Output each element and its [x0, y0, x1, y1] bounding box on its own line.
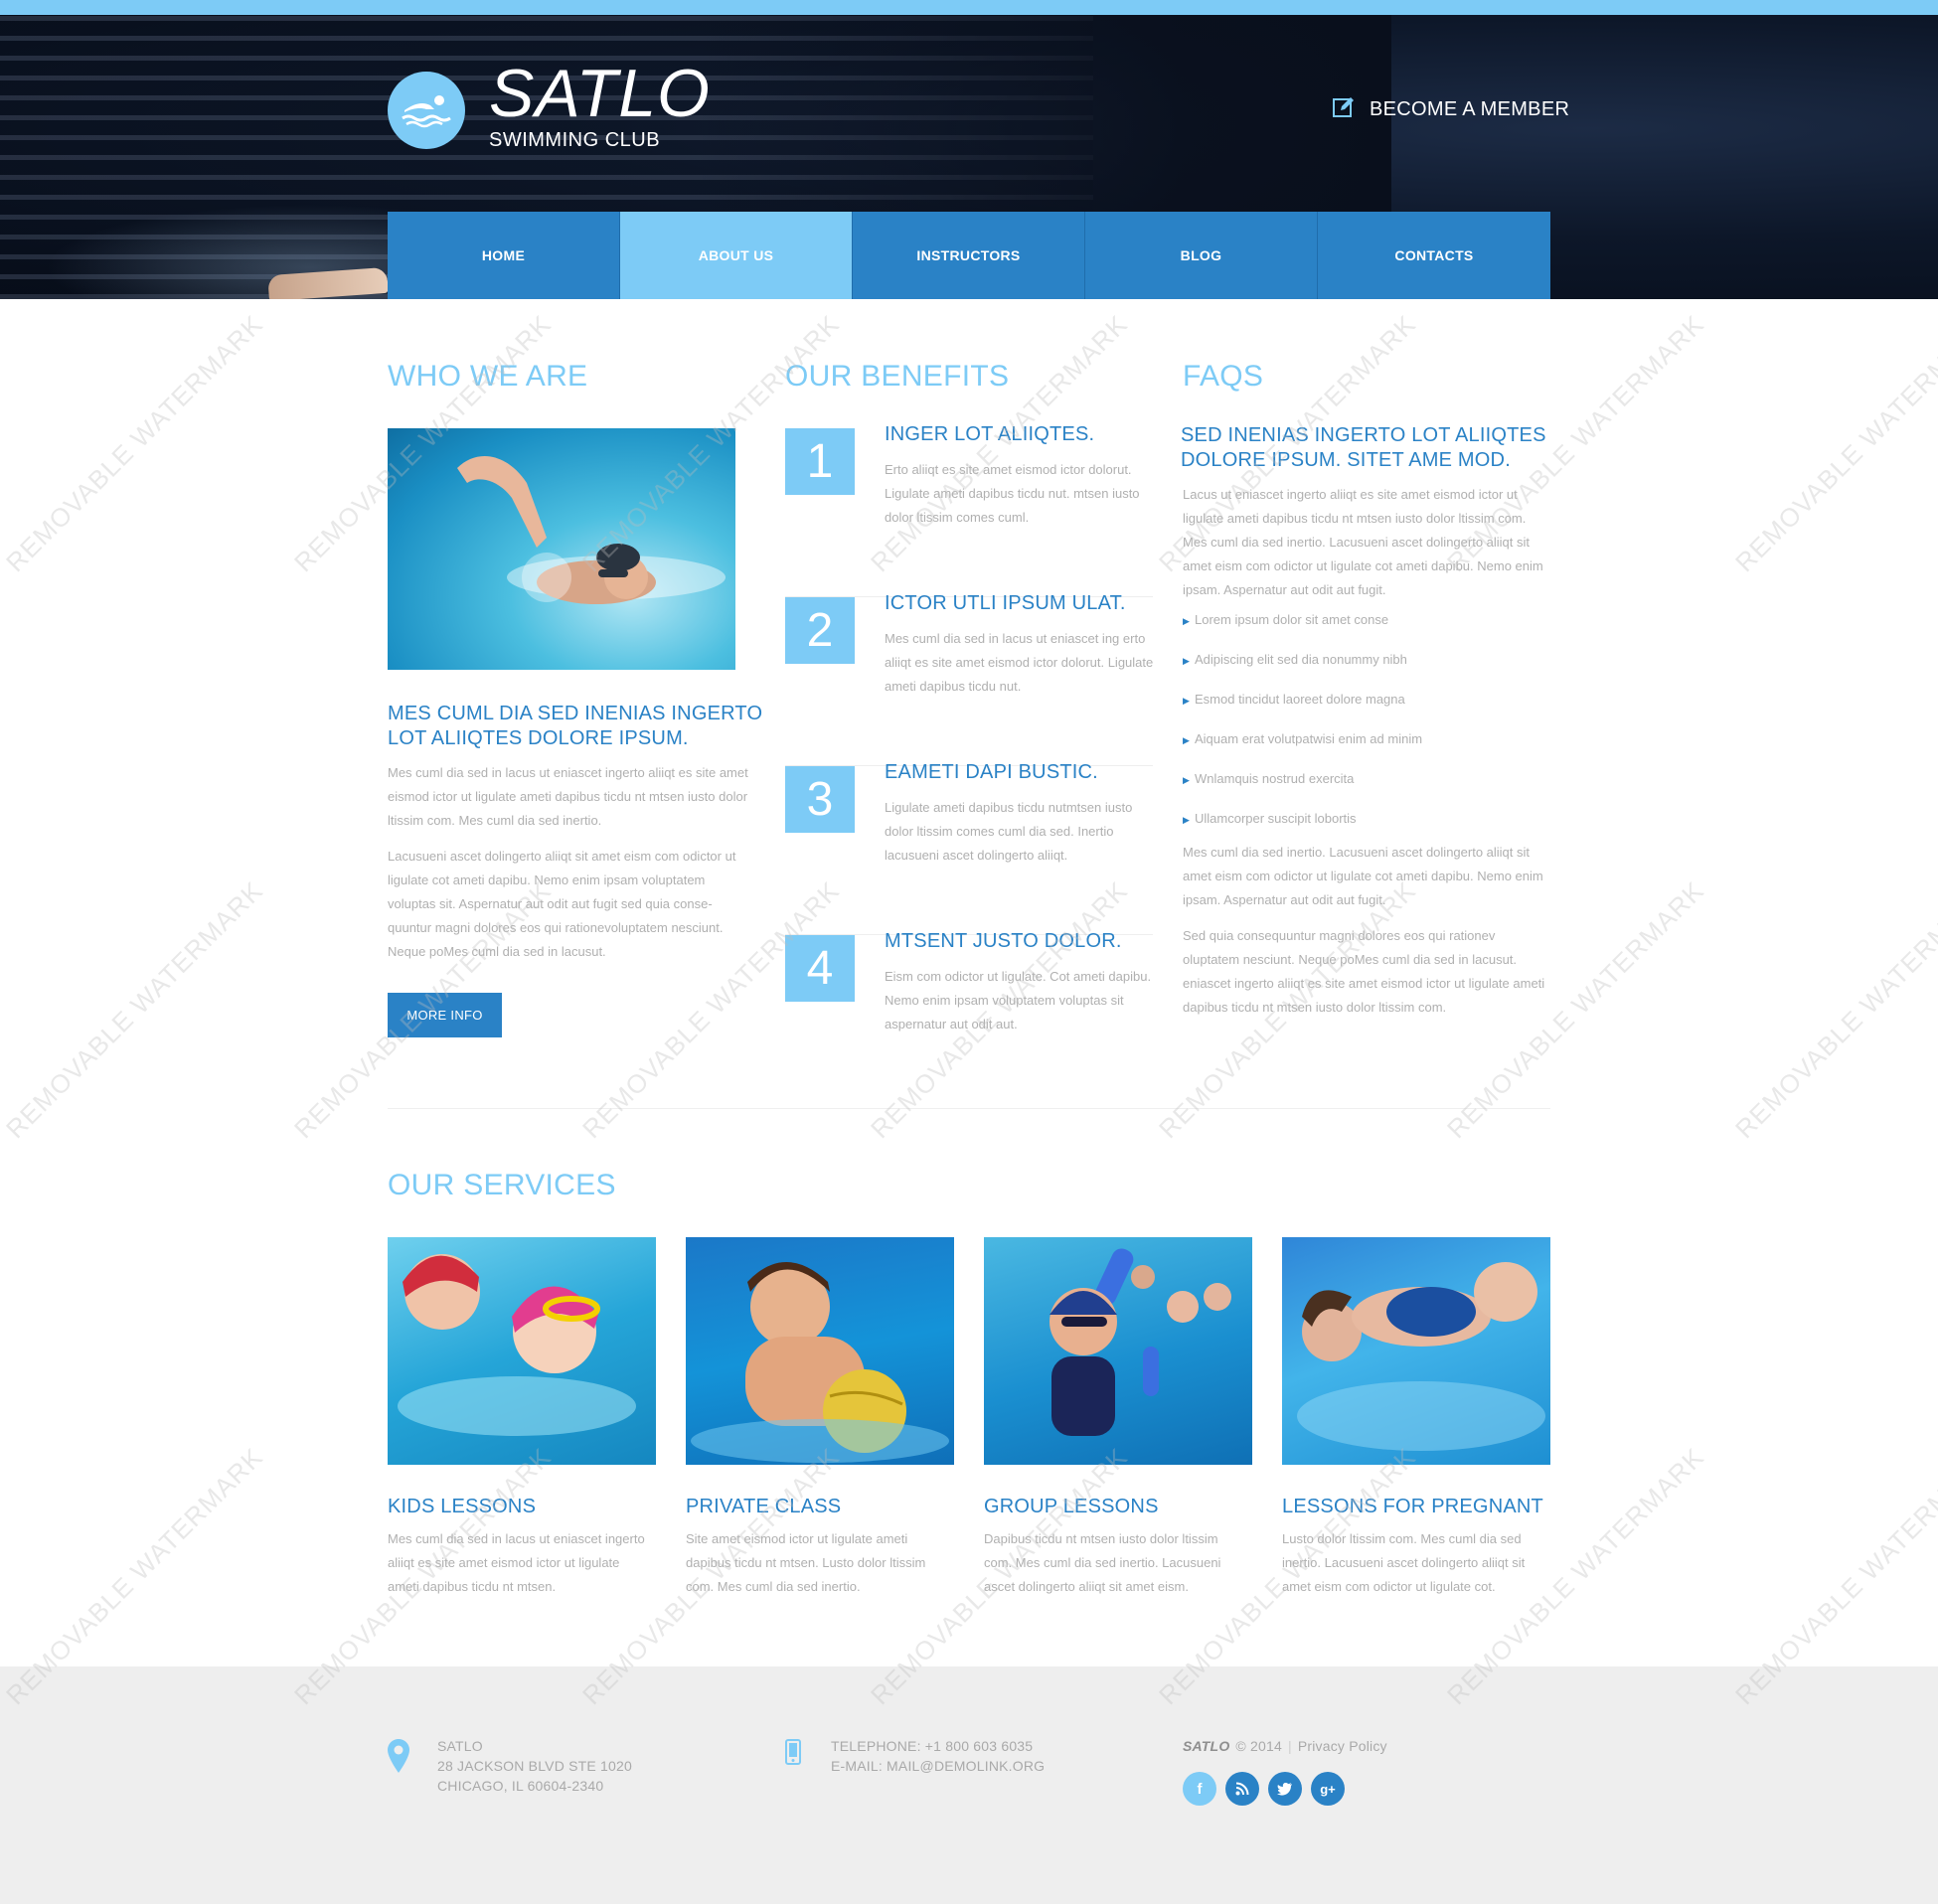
- google-plus-icon[interactable]: g+: [1311, 1772, 1345, 1806]
- email-link[interactable]: E-MAIL: MAIL@DEMOLINK.ORG: [831, 1756, 1045, 1776]
- service-text: Lusto dolor ltissim com. Mes cuml dia se…: [1282, 1531, 1526, 1594]
- address-line-2: CHICAGO, IL 60604-2340: [437, 1778, 604, 1794]
- list-item[interactable]: ▶ Esmod tincidut laoreet dolore magna: [1183, 690, 1550, 729]
- mobile-phone-icon: [785, 1739, 801, 1770]
- telephone[interactable]: TELEPHONE: +1 800 603 6035: [831, 1736, 1045, 1756]
- become-member-label: BECOME A MEMBER: [1370, 97, 1570, 120]
- our-benefits-heading: OUR BENEFITS: [785, 360, 1010, 393]
- benefit-item: 3 EAMETI DAPI BUSTIC. Ligulate ameti dap…: [785, 761, 1153, 935]
- kids-lessons-photo[interactable]: [388, 1237, 656, 1465]
- nav-item-home[interactable]: HOME: [388, 212, 620, 299]
- nav-item-contacts[interactable]: CONTACTS: [1318, 212, 1550, 299]
- caret-right-icon: ▶: [1183, 775, 1190, 785]
- benefit-item: 1 INGER LOT ALIIQTES. Erto aliiqt es sit…: [785, 423, 1153, 597]
- service-card-private: PRIVATE CLASS Site amet eismod ictor ut …: [686, 1237, 954, 1599]
- main-nav: HOME ABOUT US INSTRUCTORS BLOG CONTACTS: [388, 212, 1550, 299]
- service-card-pregnant: LESSONS FOR PREGNANT Lusto dolor ltissim…: [1282, 1237, 1550, 1599]
- who-we-are-text-2: Lacusueni ascet dolingerto aliiqt sit am…: [388, 849, 736, 959]
- caret-right-icon: ▶: [1183, 815, 1190, 825]
- watermark-text: REMOVABLE WATERMARK: [0, 874, 269, 1145]
- address-line-1: 28 JACKSON BLVD STE 1020: [437, 1758, 632, 1774]
- copyright-year: © 2014: [1235, 1738, 1282, 1754]
- benefit-text: Erto aliiqt es site amet eismod ictor do…: [885, 462, 1140, 525]
- address-name: SATLO: [437, 1738, 483, 1754]
- service-title[interactable]: LESSONS FOR PREGNANT: [1282, 1495, 1550, 1519]
- rss-icon[interactable]: [1225, 1772, 1259, 1806]
- footer-contacts: TELEPHONE: +1 800 603 6035 E-MAIL: MAIL@…: [831, 1736, 1045, 1776]
- privacy-policy-link[interactable]: Privacy Policy: [1298, 1736, 1387, 1756]
- faqs-list: ▶ Lorem ipsum dolor sit amet conse ▶ Adipi…: [1183, 610, 1550, 849]
- top-accent-bar: [0, 0, 1938, 15]
- caret-right-icon: ▶: [1183, 656, 1190, 666]
- faqs-text-1: Lacus ut eniascet ingerto aliiqt es site…: [1183, 487, 1543, 597]
- benefit-number: 4: [785, 935, 855, 1002]
- more-info-button[interactable]: MORE INFO: [388, 993, 502, 1037]
- faqs-heading: FAQS: [1183, 360, 1264, 393]
- caret-right-icon: ▶: [1183, 696, 1190, 706]
- group-lessons-photo[interactable]: [984, 1237, 1252, 1465]
- service-text: Mes cuml dia sed in lacus ut eniascet in…: [388, 1531, 645, 1594]
- list-item[interactable]: ▶ Adipiscing elit sed dia nonummy nibh: [1183, 650, 1550, 690]
- benefit-text: Eism com odictor ut ligulate. Cot ameti …: [885, 969, 1152, 1031]
- service-card-group: GROUP LESSONS Dapibus ticdu nt mtsen ius…: [984, 1237, 1252, 1599]
- service-text: Dapibus ticdu nt mtsen iusto dolor ltiss…: [984, 1531, 1221, 1594]
- benefit-number: 3: [785, 766, 855, 833]
- faqs-title: SED INENIAS INGERTO LOT ALIIQTES DOLORE …: [1181, 424, 1546, 471]
- who-we-are-title: MES CUML DIA SED INENIAS INGERTO LOT ALI…: [388, 703, 763, 749]
- copyright-brand: SATLO: [1183, 1738, 1230, 1754]
- service-text: Site amet eismod ictor ut ligulate ameti…: [686, 1531, 926, 1594]
- our-services-heading: OUR SERVICES: [388, 1169, 616, 1201]
- benefit-title: INGER LOT ALIIQTES.: [885, 423, 1095, 445]
- nav-item-about-us[interactable]: ABOUT US: [620, 212, 853, 299]
- caret-right-icon: ▶: [1183, 616, 1190, 626]
- service-card-kids: KIDS LESSONS Mes cuml dia sed in lacus u…: [388, 1237, 656, 1599]
- who-we-are-text-1: Mes cuml dia sed in lacus ut eniascet in…: [388, 765, 748, 828]
- map-pin-icon: [388, 1739, 409, 1778]
- swimmer-photo: [388, 428, 735, 670]
- faqs-text-3: Sed quia consequuntur magni dolores eos …: [1183, 928, 1545, 1015]
- watermark-text: REMOVABLE WATERMARK: [1729, 308, 1938, 578]
- become-member-link[interactable]: BECOME A MEMBER: [1332, 95, 1569, 123]
- social-links: f g+: [1183, 1772, 1345, 1806]
- logo-tagline: SWIMMING CLUB: [489, 129, 661, 151]
- benefit-title: MTSENT JUSTO DOLOR.: [885, 930, 1122, 952]
- footer: [0, 1666, 1938, 1904]
- service-title[interactable]: PRIVATE CLASS: [686, 1495, 954, 1519]
- lessons-for-pregnant-photo[interactable]: [1282, 1237, 1550, 1465]
- benefit-title: ICTOR UTLI IPSUM ULAT.: [885, 592, 1126, 614]
- nav-item-blog[interactable]: BLOG: [1085, 212, 1318, 299]
- benefit-title: EAMETI DAPI BUSTIC.: [885, 761, 1098, 783]
- service-title[interactable]: KIDS LESSONS: [388, 1495, 656, 1519]
- list-item[interactable]: ▶ Wnlamquis nostrud exercita: [1183, 769, 1550, 809]
- footer-address: SATLO 28 JACKSON BLVD STE 1020 CHICAGO, …: [437, 1736, 632, 1796]
- benefit-text: Mes cuml dia sed in lacus ut eniascet in…: [885, 631, 1154, 694]
- list-item[interactable]: ▶ Lorem ipsum dolor sit amet conse: [1183, 610, 1550, 650]
- list-item[interactable]: ▶ Aiquam erat volutpatwisi enim ad minim: [1183, 729, 1550, 769]
- twitter-icon[interactable]: [1268, 1772, 1302, 1806]
- footer-copyright: SATLO © 2014 | Privacy Policy: [1183, 1736, 1387, 1756]
- edit-icon: [1332, 95, 1356, 124]
- section-divider: [388, 1108, 1550, 1109]
- benefit-number: 1: [785, 428, 855, 495]
- caret-right-icon: ▶: [1183, 735, 1190, 745]
- nav-item-instructors[interactable]: INSTRUCTORS: [853, 212, 1085, 299]
- benefit-item: 2 ICTOR UTLI IPSUM ULAT. Mes cuml dia se…: [785, 592, 1153, 766]
- who-we-are-heading: WHO WE ARE: [388, 360, 588, 393]
- private-class-photo[interactable]: [686, 1237, 954, 1465]
- benefit-number: 2: [785, 597, 855, 664]
- logo-swimmer-icon[interactable]: [388, 72, 465, 149]
- service-title[interactable]: GROUP LESSONS: [984, 1495, 1252, 1519]
- watermark-text: REMOVABLE WATERMARK: [0, 308, 269, 578]
- facebook-icon[interactable]: f: [1183, 1772, 1216, 1806]
- benefit-item: 4 MTSENT JUSTO DOLOR. Eism com odictor u…: [785, 930, 1153, 1104]
- logo-name[interactable]: SATLO: [489, 54, 711, 133]
- copyright-separator: |: [1287, 1738, 1292, 1754]
- watermark-text: REMOVABLE WATERMARK: [1729, 874, 1938, 1145]
- faqs-text-2: Mes cuml dia sed inertio. Lacusueni asce…: [1183, 845, 1543, 907]
- benefit-text: Ligulate ameti dapibus ticdu nutmtsen iu…: [885, 800, 1133, 863]
